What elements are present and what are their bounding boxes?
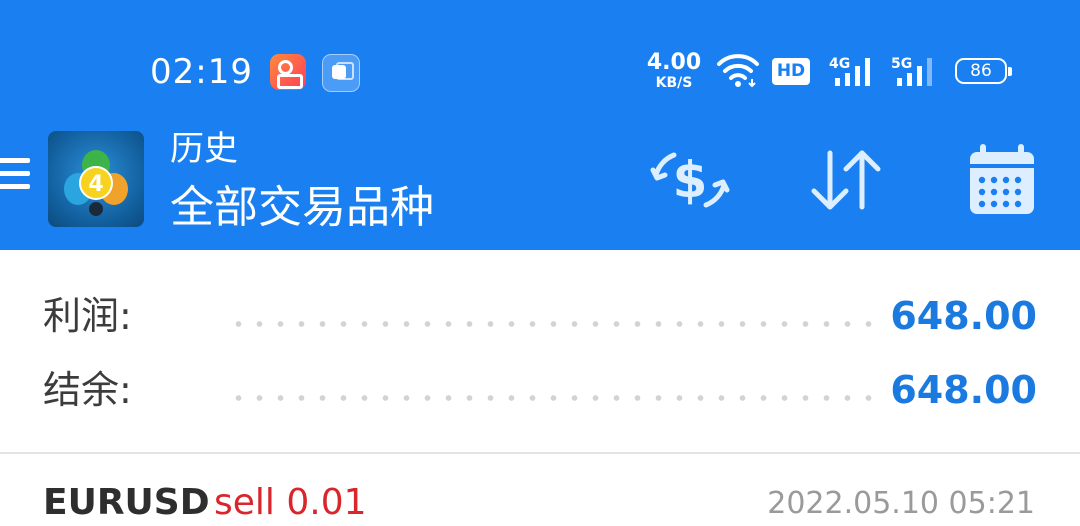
currency-exchange-icon: $ [650,151,730,209]
symbol-filter-title[interactable]: 全部交易品种 [170,180,434,236]
balance-value: 648.00 [890,368,1037,412]
network-speed-unit: KB/S [655,75,693,91]
top-app-bar: 02:19 4.00 KB/S HD 4G 5G 86 4 历史 全部交易品种 … [0,0,1080,250]
profit-value: 648.00 [890,294,1037,338]
summary-balance-row: 结余: 648.00 [0,360,1080,420]
deal-symbol: EURUSD [43,482,210,523]
deal-time: 2022.05.10 05:21 [767,486,1035,521]
network-speed: 4.00 KB/S [646,50,702,91]
calendar-button[interactable] [962,140,1042,220]
calendar-icon [970,144,1034,214]
signal-5g-icon: 5G [891,56,932,86]
battery-level: 86 [970,61,992,81]
status-time: 02:19 [150,52,253,92]
dotted-leader [228,321,883,327]
menu-icon[interactable] [0,158,30,197]
wifi-icon [717,54,759,88]
currency-exchange-button[interactable]: $ [650,140,730,220]
metatrader-logo: 4 [48,131,144,227]
battery-icon: 86 [955,58,1012,84]
balance-label: 结余: [43,368,132,412]
kuaishou-app-icon [270,54,306,90]
deal-type-volume: sell 0.01 [214,482,367,523]
page-title: 历史 [170,129,238,169]
hd-voice-icon: HD [772,58,810,85]
logo-badge-number: 4 [88,172,103,197]
network-speed-value: 4.00 [646,50,702,75]
signal-5g-label: 5G [891,56,912,72]
profit-label: 利润: [43,294,132,338]
sort-button[interactable] [806,140,886,220]
signal-4g-label: 4G [829,56,850,72]
svg-text:$: $ [673,151,708,209]
sort-icon [811,150,881,210]
summary-profit-row: 利润: 648.00 [0,286,1080,346]
signal-4g-icon: 4G [829,56,870,86]
multitask-app-icon [322,54,360,92]
dotted-leader [228,395,883,401]
summary-divider [0,452,1080,454]
